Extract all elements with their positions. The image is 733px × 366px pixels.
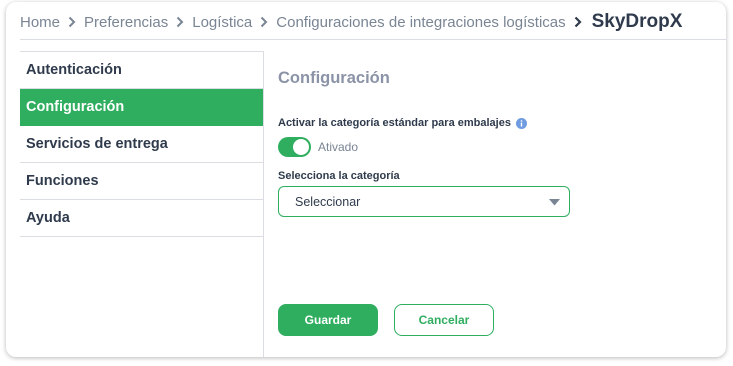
sidebar-item-label: Servicios de entrega [26, 136, 168, 152]
breadcrumb-configuraciones-integraciones[interactable]: Configuraciones de integraciones logísti… [276, 14, 565, 31]
breadcrumb-logistica[interactable]: Logística [192, 14, 252, 31]
packaging-category-toggle[interactable] [278, 137, 311, 157]
integration-settings-card: Home Preferencias Logística Configuracio… [6, 2, 726, 357]
sidebar-item-servicios-de-entrega[interactable]: Servicios de entrega [20, 126, 263, 163]
breadcrumb: Home Preferencias Logística Configuracio… [20, 10, 682, 34]
page-title: SkyDropX [591, 11, 683, 32]
chevron-right-icon [176, 16, 184, 28]
save-button[interactable]: Guardar [278, 304, 378, 336]
chevron-right-icon [68, 16, 76, 28]
sidebar-item-autenticacion[interactable]: Autenticación [20, 52, 263, 89]
toggle-state-text: Ativado [318, 140, 359, 154]
sidebar-item-label: Ayuda [26, 210, 70, 226]
sidebar-item-label: Configuración [26, 99, 125, 115]
configuration-panel: Configuración Activar la categoría están… [278, 51, 726, 357]
category-select-value: Seleccionar [295, 194, 361, 209]
chevron-right-icon [260, 16, 268, 28]
sidebar-item-label: Funciones [26, 173, 99, 189]
category-select-label: Selecciona la categoría [278, 170, 400, 182]
section-title: Configuración [278, 69, 390, 87]
sidebar-item-configuracion[interactable]: Configuración [20, 89, 263, 126]
settings-sidebar: Autenticación Configuración Servicios de… [20, 51, 264, 357]
caret-down-icon [549, 199, 560, 206]
info-icon[interactable] [515, 117, 527, 129]
packaging-category-label: Activar la categoría estándar para embal… [278, 117, 527, 129]
breadcrumb-home[interactable]: Home [20, 14, 60, 31]
sidebar-item-funciones[interactable]: Funciones [20, 163, 263, 200]
sidebar-item-ayuda[interactable]: Ayuda [20, 200, 263, 237]
cancel-button[interactable]: Cancelar [394, 304, 494, 336]
breadcrumb-preferencias[interactable]: Preferencias [84, 14, 168, 31]
category-select[interactable]: Seleccionar [278, 186, 570, 217]
sidebar-item-label: Autenticación [26, 62, 122, 78]
toggle-knob [293, 139, 309, 155]
header-divider [20, 39, 726, 40]
packaging-toggle-row: Ativado [278, 137, 358, 157]
packaging-category-label-text: Activar la categoría estándar para embal… [278, 117, 511, 129]
chevron-right-icon [574, 16, 582, 28]
